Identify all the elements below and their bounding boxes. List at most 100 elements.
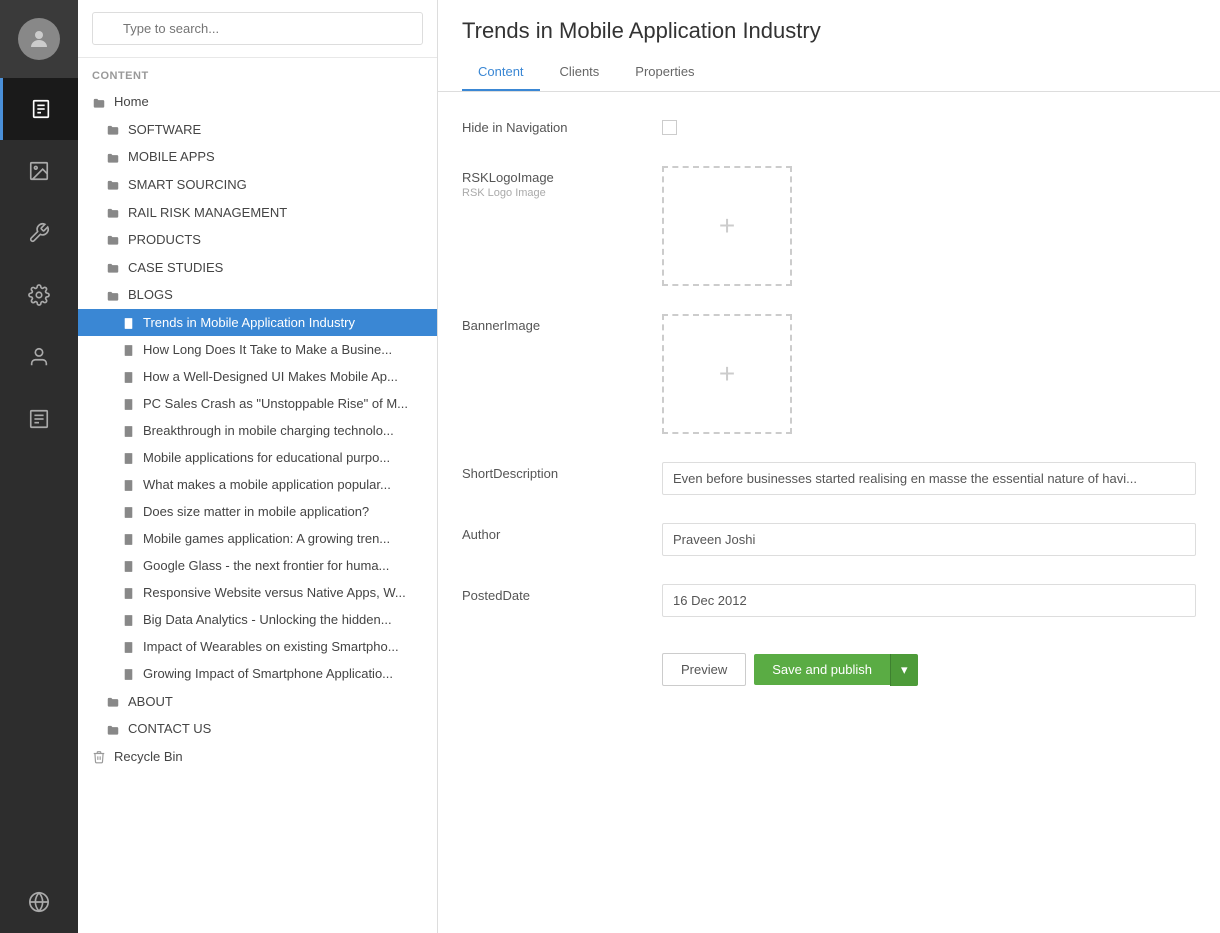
folder-icon — [106, 149, 120, 165]
short-desc-input[interactable] — [662, 462, 1196, 495]
nav-forms-icon[interactable] — [0, 388, 78, 450]
tree-item-blogs[interactable]: BLOGS — [78, 281, 437, 309]
tree-item-label: CASE STUDIES — [128, 260, 223, 275]
hide-in-nav-checkbox[interactable] — [662, 120, 677, 135]
nav-media-icon[interactable] — [0, 140, 78, 202]
posted-date-input[interactable] — [662, 584, 1196, 617]
tree-item-trends[interactable]: Trends in Mobile Application Industry — [78, 309, 437, 336]
tree-item-smart-sourcing[interactable]: SMART SOURCING — [78, 171, 437, 199]
avatar-section — [0, 0, 78, 78]
tree-item-label: Mobile applications for educational purp… — [143, 450, 390, 465]
tab-clients[interactable]: Clients — [544, 54, 616, 91]
tree-item-well-designed[interactable]: How a Well-Designed UI Makes Mobile Ap..… — [78, 363, 437, 390]
tree-item-impact-wearables[interactable]: Impact of Wearables on existing Smartpho… — [78, 633, 437, 660]
folder-icon — [106, 177, 120, 193]
upload-plus-icon: + — [719, 358, 735, 390]
tree-item-mobile-games[interactable]: Mobile games application: A growing tren… — [78, 525, 437, 552]
tree-item-products[interactable]: PRODUCTS — [78, 226, 437, 254]
avatar — [18, 18, 60, 60]
tree-item-about[interactable]: ABOUT — [78, 687, 437, 715]
tree-item-label: Growing Impact of Smartphone Applicatio.… — [143, 666, 393, 681]
tab-properties[interactable]: Properties — [619, 54, 710, 91]
icon-bar — [0, 0, 78, 933]
tree-item-label: What makes a mobile application popular.… — [143, 477, 391, 492]
rsk-logo-label: RSKLogoImage RSK Logo Image — [462, 166, 662, 199]
tree-item-home[interactable]: Home — [78, 88, 437, 116]
dropdown-arrow-icon: ▾ — [901, 662, 908, 677]
tree-item-label: BLOGS — [128, 287, 173, 302]
action-row: Preview Save and publish ▾ — [462, 645, 1196, 686]
search-bar — [78, 0, 437, 58]
tree-item-label: RAIL RISK MANAGEMENT — [128, 205, 287, 220]
tree-item-case-studies[interactable]: CASE STUDIES — [78, 253, 437, 281]
form-area: Hide in Navigation RSKLogoImage RSK Logo… — [438, 92, 1220, 933]
tree-item-software[interactable]: SOFTWARE — [78, 116, 437, 144]
banner-image-row: BannerImage + — [462, 314, 1196, 434]
short-desc-row: ShortDescription — [462, 462, 1196, 495]
tree-item-label: Recycle Bin — [114, 749, 183, 764]
tree-item-recycle-bin[interactable]: Recycle Bin — [78, 743, 437, 771]
page-icon — [122, 639, 135, 654]
page-title: Trends in Mobile Application Industry — [438, 0, 1220, 44]
tree-item-breakthrough[interactable]: Breakthrough in mobile charging technolo… — [78, 417, 437, 444]
page-icon — [122, 666, 135, 681]
rsk-logo-upload: + — [662, 166, 1196, 286]
page-icon — [122, 585, 135, 600]
folder-icon — [106, 232, 120, 248]
icon-bar-bottom — [0, 871, 78, 933]
hide-in-nav-row: Hide in Navigation — [462, 116, 1196, 138]
folder-icon — [106, 204, 120, 220]
search-input[interactable] — [92, 12, 423, 45]
posted-date-label: PostedDate — [462, 584, 662, 603]
upload-plus-icon: + — [719, 210, 735, 242]
tree-item-label: Does size matter in mobile application? — [143, 504, 369, 519]
page-icon — [122, 477, 135, 492]
nav-settings-icon[interactable] — [0, 202, 78, 264]
tree-item-google-glass[interactable]: Google Glass - the next frontier for hum… — [78, 552, 437, 579]
tree-item-mobile-edu[interactable]: Mobile applications for educational purp… — [78, 444, 437, 471]
nav-config-icon[interactable] — [0, 264, 78, 326]
tree-item-what-makes[interactable]: What makes a mobile application popular.… — [78, 471, 437, 498]
tree-item-label: Mobile games application: A growing tren… — [143, 531, 390, 546]
folder-icon — [106, 693, 120, 709]
save-publish-dropdown-button[interactable]: ▾ — [890, 654, 918, 686]
tree-item-growing-impact[interactable]: Growing Impact of Smartphone Applicatio.… — [78, 660, 437, 687]
author-row: Author — [462, 523, 1196, 556]
banner-image-upload-box[interactable]: + — [662, 314, 792, 434]
tree-item-label: MOBILE APPS — [128, 149, 215, 164]
posted-date-row: PostedDate — [462, 584, 1196, 617]
tree-item-pc-sales[interactable]: PC Sales Crash as "Unstoppable Rise" of … — [78, 390, 437, 417]
nav-globe-icon[interactable] — [0, 871, 78, 933]
tree-item-label: Google Glass - the next frontier for hum… — [143, 558, 389, 573]
nav-content-icon[interactable] — [0, 78, 78, 140]
folder-icon — [92, 94, 106, 110]
page-icon — [122, 612, 135, 627]
page-icon — [122, 315, 135, 330]
folder-icon — [106, 721, 120, 737]
tree-item-contact-us[interactable]: CONTACT US — [78, 715, 437, 743]
hide-in-nav-label: Hide in Navigation — [462, 116, 662, 135]
banner-image-upload: + — [662, 314, 1196, 434]
tree-item-responsive[interactable]: Responsive Website versus Native Apps, W… — [78, 579, 437, 606]
tree-item-rail-risk[interactable]: RAIL RISK MANAGEMENT — [78, 198, 437, 226]
tree-item-big-data[interactable]: Big Data Analytics - Unlocking the hidde… — [78, 606, 437, 633]
tree-item-label: Impact of Wearables on existing Smartpho… — [143, 639, 399, 654]
folder-icon — [106, 122, 120, 138]
page-icon — [122, 531, 135, 546]
tree-item-how-long[interactable]: How Long Does It Take to Make a Busine..… — [78, 336, 437, 363]
preview-button[interactable]: Preview — [662, 653, 746, 686]
tree-item-mobile-apps[interactable]: MOBILE APPS — [78, 143, 437, 171]
tree-item-label: PRODUCTS — [128, 232, 201, 247]
author-input[interactable] — [662, 523, 1196, 556]
tree-item-label: ABOUT — [128, 694, 173, 709]
tree-item-does-size[interactable]: Does size matter in mobile application? — [78, 498, 437, 525]
tree-item-label: How a Well-Designed UI Makes Mobile Ap..… — [143, 369, 398, 384]
rsk-logo-row: RSKLogoImage RSK Logo Image + — [462, 166, 1196, 286]
tree-item-label: SOFTWARE — [128, 122, 201, 137]
tree-item-label: CONTACT US — [128, 721, 211, 736]
rsk-logo-upload-box[interactable]: + — [662, 166, 792, 286]
tab-content[interactable]: Content — [462, 54, 540, 91]
page-icon — [122, 342, 135, 357]
save-publish-button[interactable]: Save and publish — [754, 654, 890, 685]
nav-users-icon[interactable] — [0, 326, 78, 388]
